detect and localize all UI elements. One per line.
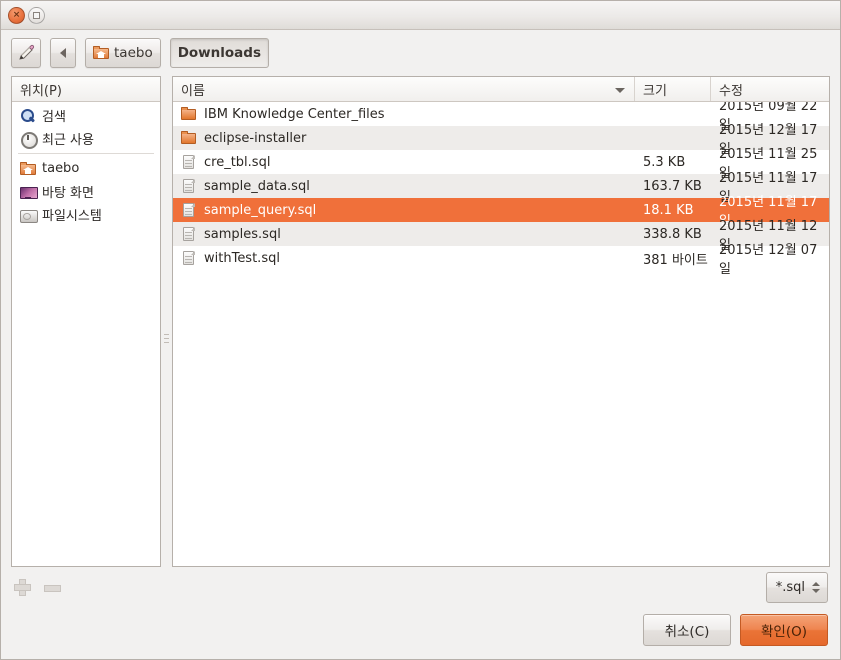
- remove-bookmark-button[interactable]: [43, 578, 61, 596]
- file-name-cell: eclipse-installer: [173, 130, 635, 146]
- file-size-cell: 5.3 KB: [643, 154, 686, 170]
- file-name-label: sample_query.sql: [204, 202, 317, 218]
- file-size-cell: 163.7 KB: [643, 178, 702, 194]
- sidebar-item-label: 최근 사용: [42, 133, 94, 148]
- file-list-header: 이름 크기 수정: [173, 77, 829, 102]
- file-name-cell: cre_tbl.sql: [173, 154, 635, 170]
- file-size-cell: 18.1 KB: [643, 202, 694, 218]
- column-header-name-label: 이름: [181, 83, 205, 99]
- column-header-modified-label: 수정: [719, 83, 743, 99]
- column-header-name[interactable]: 이름: [173, 77, 635, 101]
- title-bar: ×: [1, 1, 840, 30]
- file-name-cell: samples.sql: [173, 226, 635, 242]
- column-header-modified[interactable]: 수정: [711, 77, 829, 101]
- close-button[interactable]: ×: [8, 6, 25, 24]
- spinner-icon: [812, 581, 820, 593]
- desktop-icon: [20, 184, 38, 200]
- pane-splitter[interactable]: [161, 76, 172, 567]
- document-icon: [181, 226, 197, 242]
- splitter-grip-icon: [164, 334, 169, 345]
- file-name-cell: sample_data.sql: [173, 178, 635, 194]
- sidebar-item-filesystem[interactable]: 파일시스템: [12, 203, 160, 226]
- hard-disk-icon: [20, 207, 38, 223]
- table-row[interactable]: withTest.sql 381 바이트 2015년 12월 07일: [173, 243, 829, 277]
- column-header-size[interactable]: 크기: [635, 77, 711, 101]
- sidebar-item-recent[interactable]: 최근 사용: [12, 127, 160, 150]
- document-icon: [181, 202, 197, 218]
- breadcrumb-downloads-label: Downloads: [177, 45, 261, 61]
- path-toolbar: taebo Downloads: [1, 30, 840, 76]
- bookmark-bar: *.sql: [1, 567, 840, 607]
- sidebar-item-label: 바탕 화면: [42, 186, 94, 201]
- sidebar-item-home[interactable]: taebo: [12, 157, 160, 180]
- file-type-filter-value: *.sql: [775, 579, 805, 595]
- main-content: 위치(P) 검색 최근 사용 taebo 바탕 화면 파일시스템 이름 크기 수…: [1, 76, 840, 567]
- places-list: 검색 최근 사용 taebo 바탕 화면 파일시스템: [12, 102, 160, 566]
- sidebar-separator: [18, 153, 154, 154]
- file-type-filter-combo[interactable]: *.sql: [765, 571, 828, 603]
- sidebar-item-search[interactable]: 검색: [12, 104, 160, 127]
- document-icon: [181, 178, 197, 194]
- sidebar-item-label: 검색: [42, 110, 66, 125]
- add-bookmark-button[interactable]: [13, 578, 31, 596]
- file-name-cell: withTest.sql: [173, 250, 635, 266]
- breadcrumb-downloads[interactable]: Downloads: [169, 38, 269, 68]
- home-folder-icon: [20, 161, 36, 177]
- file-modified-cell: 2015년 12월 07일: [719, 243, 818, 277]
- file-name-label: cre_tbl.sql: [204, 154, 271, 170]
- file-size-cell: 338.8 KB: [643, 226, 702, 242]
- type-filename-button[interactable]: [11, 38, 41, 68]
- places-header: 위치(P): [12, 77, 160, 102]
- maximize-icon: [33, 11, 40, 19]
- file-name-cell: sample_query.sql: [173, 202, 635, 218]
- sort-descending-icon: [615, 88, 625, 93]
- close-icon: ×: [12, 9, 21, 20]
- breadcrumb-taebo[interactable]: taebo: [85, 38, 161, 68]
- file-name-label: eclipse-installer: [204, 130, 307, 146]
- sidebar-item-label: taebo: [42, 161, 80, 176]
- ok-button[interactable]: 확인(O): [740, 614, 828, 646]
- file-size-cell: 381 바이트: [643, 252, 708, 268]
- breadcrumb-taebo-label: taebo: [114, 45, 153, 61]
- search-icon: [20, 108, 36, 124]
- file-name-label: sample_data.sql: [204, 178, 310, 194]
- file-chooser-dialog: × taebo Downloads 위치(P) 검색 최근 사용 taebo 바…: [0, 0, 841, 660]
- maximize-button[interactable]: [28, 6, 45, 24]
- dialog-action-bar: 취소(C) 확인(O): [1, 607, 840, 659]
- file-name-label: withTest.sql: [204, 250, 280, 266]
- file-list-pane: 이름 크기 수정 IBM Knowledge Center_files 2015…: [172, 76, 830, 567]
- sidebar-item-label: 파일시스템: [42, 209, 102, 224]
- document-icon: [181, 250, 197, 266]
- column-header-size-label: 크기: [643, 83, 667, 99]
- cancel-button[interactable]: 취소(C): [643, 614, 731, 646]
- pencil-icon: [19, 44, 35, 60]
- file-list-body[interactable]: IBM Knowledge Center_files 2015년 09월 22일…: [173, 102, 829, 566]
- home-folder-icon: [93, 45, 109, 61]
- document-icon: [181, 154, 197, 170]
- folder-icon: [181, 106, 197, 122]
- folder-icon: [181, 130, 197, 146]
- places-sidebar: 위치(P) 검색 최근 사용 taebo 바탕 화면 파일시스템: [11, 76, 161, 567]
- path-back-button[interactable]: [50, 38, 76, 68]
- file-name-label: IBM Knowledge Center_files: [204, 106, 385, 122]
- file-name-cell: IBM Knowledge Center_files: [173, 106, 635, 122]
- file-name-label: samples.sql: [204, 226, 281, 242]
- chevron-left-icon: [60, 48, 66, 58]
- sidebar-item-desktop[interactable]: 바탕 화면: [12, 180, 160, 203]
- clock-icon: [20, 131, 38, 149]
